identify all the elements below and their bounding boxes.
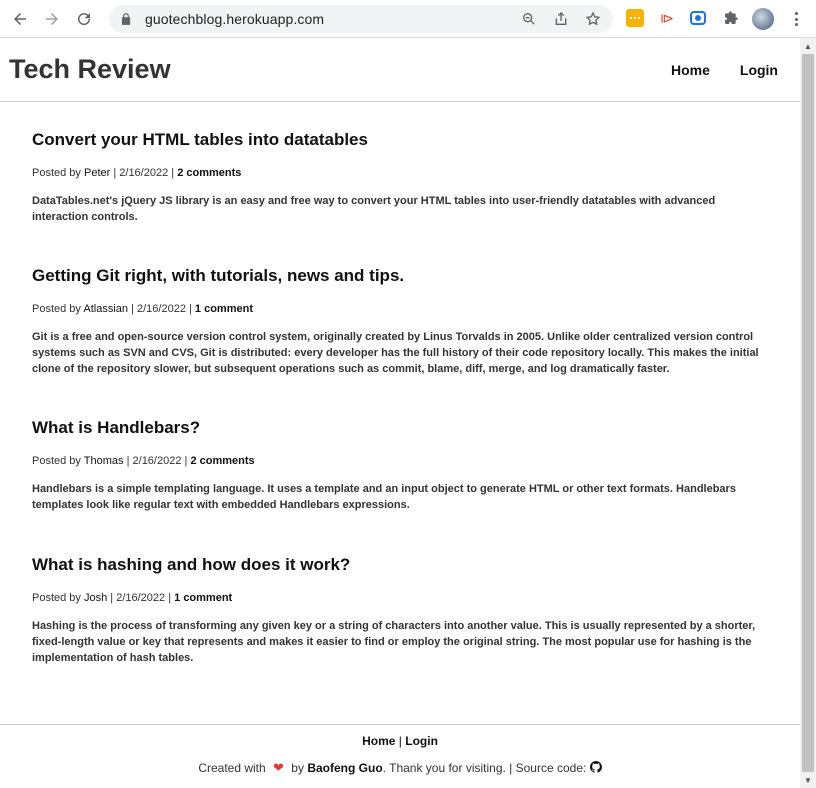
kebab-icon <box>794 12 798 15</box>
post-comments-link[interactable]: 2 comments <box>190 455 254 467</box>
post-title[interactable]: What is Handlebars? <box>32 418 768 438</box>
nav-login-link[interactable]: Login <box>740 62 778 78</box>
post-excerpt: Git is a free and open-source version co… <box>32 331 759 375</box>
browser-menu-button[interactable] <box>788 10 804 28</box>
post-card: Getting Git right, with tutorials, news … <box>32 266 768 377</box>
address-bar[interactable]: guotechblog.herokuapp.com <box>109 5 613 33</box>
tag-icon: ⧐ <box>660 9 674 26</box>
post-excerpt: DataTables.net's jQuery JS library is an… <box>32 195 716 223</box>
heart-icon: ❤ <box>273 760 284 775</box>
scroll-down-arrow[interactable]: ▼ <box>800 772 816 788</box>
zoom-button[interactable] <box>513 11 545 27</box>
post-meta: Posted by Josh | 2/16/2022 | 1 comment <box>32 592 233 604</box>
site-brand[interactable]: Tech Review <box>9 54 171 85</box>
post-date: 2/16/2022 <box>137 303 186 315</box>
arrow-left-icon <box>14 12 26 25</box>
forward-button[interactable] <box>36 3 68 35</box>
footer-home-link[interactable]: Home <box>362 734 395 748</box>
post-date: 2/16/2022 <box>132 455 182 467</box>
posted-by-label: Posted by <box>32 303 81 315</box>
thanks-text: . Thank you for visiting. | Source code: <box>382 761 587 775</box>
created-with-text: Created with <box>198 761 266 775</box>
posted-by-label: Posted by <box>32 455 81 467</box>
browser-toolbar: guotechblog.herokuapp.com ⧐ <box>0 0 816 38</box>
post-author: Josh <box>83 592 108 604</box>
post-comments-link[interactable]: 1 comment <box>174 592 232 604</box>
post-title[interactable]: Convert your HTML tables into datatables <box>32 130 768 150</box>
page-viewport: Tech Review Home Login Convert your HTML… <box>0 38 800 788</box>
star-icon <box>585 11 601 26</box>
by-text: by <box>291 761 304 775</box>
site-footer: Home | Login Created with ❤ by Baofeng G… <box>0 724 800 776</box>
footer-author-link[interactable]: Baofeng Guo <box>307 761 382 775</box>
share-button[interactable] <box>545 11 577 27</box>
dots-icon <box>630 17 640 19</box>
vertical-scrollbar[interactable]: ▲ ▼ <box>800 38 816 788</box>
post-card: What is Handlebars? Posted by Thomas | 2… <box>32 418 768 513</box>
extension-button[interactable]: ⧐ <box>658 9 676 27</box>
footer-credit: Created with ❤ by Baofeng Guo. Thank you… <box>0 760 800 776</box>
lock-icon <box>121 13 131 25</box>
post-excerpt: Handlebars is a simple templating langua… <box>32 483 736 511</box>
record-icon <box>695 15 701 21</box>
post-meta: Posted by Atlassian | 2/16/2022 | 1 comm… <box>32 303 253 315</box>
posted-by-label: Posted by <box>32 167 81 179</box>
profile-avatar[interactable] <box>752 8 774 30</box>
post-title[interactable]: Getting Git right, with tutorials, news … <box>32 266 768 286</box>
url-text: guotechblog.herokuapp.com <box>145 11 325 27</box>
scroll-thumb[interactable] <box>802 54 814 772</box>
scroll-up-arrow[interactable]: ▲ <box>800 38 816 54</box>
extensions-button[interactable] <box>722 9 740 27</box>
puzzle-icon <box>725 11 738 24</box>
site-nav: Home Login <box>671 62 778 78</box>
post-comments-link[interactable]: 1 comment <box>195 303 253 315</box>
arrow-right-icon <box>46 12 58 25</box>
footer-login-link[interactable]: Login <box>405 734 438 748</box>
post-comments-link[interactable]: 2 comments <box>177 167 241 179</box>
bookmark-button[interactable] <box>577 11 609 27</box>
post-card: Convert your HTML tables into datatables… <box>32 130 768 225</box>
extension-button[interactable] <box>690 11 706 25</box>
reload-icon <box>78 12 91 25</box>
post-meta: Posted by Peter | 2/16/2022 | 2 comments <box>32 167 242 179</box>
post-author: Atlassian <box>83 303 129 315</box>
extension-button[interactable] <box>626 9 644 27</box>
reload-button[interactable] <box>68 3 100 35</box>
post-author: Thomas <box>83 455 124 467</box>
posted-by-label: Posted by <box>32 592 81 604</box>
post-date: 2/16/2022 <box>116 592 166 604</box>
zoom-out-icon <box>523 12 535 25</box>
site-header: Tech Review Home Login <box>0 38 800 102</box>
post-date: 2/16/2022 <box>119 167 169 179</box>
github-icon[interactable] <box>589 761 602 773</box>
post-excerpt: Hashing is the process of transforming a… <box>32 620 756 664</box>
post-meta: Posted by Thomas | 2/16/2022 | 2 comment… <box>32 455 255 467</box>
post-title[interactable]: What is hashing and how does it work? <box>32 555 768 575</box>
post-card: What is hashing and how does it work? Po… <box>32 555 768 666</box>
back-button[interactable] <box>4 3 36 35</box>
footer-links: Home | Login <box>0 734 800 748</box>
nav-home-link[interactable]: Home <box>671 62 710 78</box>
share-icon <box>555 12 567 25</box>
footer-separator: | <box>398 734 402 748</box>
post-author: Peter <box>83 167 111 179</box>
